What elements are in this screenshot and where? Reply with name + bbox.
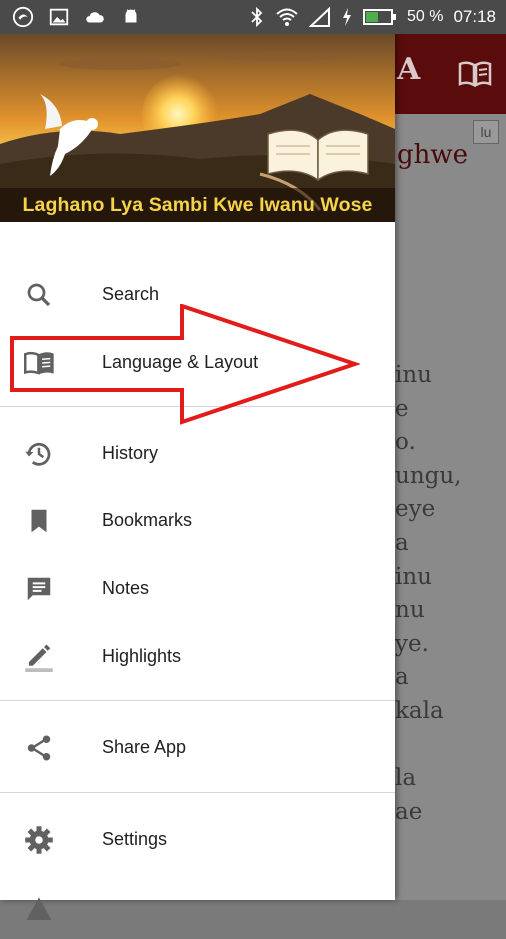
bookmark-icon [31,509,47,533]
menu-item-label: Highlights [102,646,182,666]
chapter-text-line: kala [395,697,444,724]
battery-percent: 50 % [406,8,444,25]
status-bar: 50 % 07:18 [0,0,506,34]
chapter-text-line: ungu, [395,462,462,489]
menu-item-label: Share App [102,737,187,757]
menu-item-history[interactable]: History [0,423,395,483]
menu-item-settings[interactable]: Settings [0,809,395,869]
chapter-text-line [395,729,461,763]
charging-icon [342,8,351,26]
highlight-pen-icon [25,644,53,672]
notes-icon [27,577,51,601]
chapter-text-line: la [395,765,417,792]
share-icon [27,735,51,761]
history-icon [25,442,51,466]
chapter-text-line: inu [395,362,432,388]
menu-item-label: Notes [102,578,150,598]
app-toolbar: A [395,34,506,114]
chapter-text-line: nu [395,597,425,624]
battery-icon [362,9,396,25]
navigation-drawer: Laghano Lya Sambi Kwe Iwanu Wose Search … [0,34,395,920]
divider [0,792,395,793]
book-open-icon [24,351,54,375]
menu-item-search[interactable]: Search [0,264,395,324]
menu-item-notes[interactable]: Notes [0,558,395,618]
divider [0,700,395,701]
search-icon [27,283,51,307]
chapter-text-line: ae [395,798,423,825]
chapter-text-line: a [395,664,409,691]
status-right-icons: 50 % 07:18 [249,0,496,34]
status-left-icons [12,6,142,28]
chapter-text-line: inu [395,563,432,590]
menu-item-label: Language & Layout [102,352,259,372]
settings-icon [25,826,53,854]
menu-item-bookmarks[interactable]: Bookmarks [0,490,395,550]
signal-icon [308,6,330,27]
header-title: Laghano Lya Sambi Kwe Iwanu Wose [0,188,395,222]
chapter-text: inu e o. ungu, eye a inu nu ye. a kala la ae [395,359,461,829]
bluetooth-icon [251,6,263,28]
android-icon [125,9,137,23]
menu-item-language-layout[interactable]: Language & Layout [0,332,395,392]
chapter-text-line: a [395,529,409,556]
cloud-icon [86,12,104,23]
menu-item-share-app[interactable]: Share App [0,717,395,777]
menu-item-label: Settings [102,829,168,849]
toolbar-title: A [397,52,421,87]
menu-item-label: Search [102,284,160,304]
divider [0,406,395,407]
image-icon [49,8,69,26]
drawer-header: Laghano Lya Sambi Kwe Iwanu Wose [0,34,395,222]
menu-item-highlights[interactable]: Highlights [0,626,395,686]
background-app: A lu ghwe inu e o. ungu, eye a inu nu ye. a kala l… [395,34,506,900]
menu-item-about[interactable] [0,879,395,939]
book-icon[interactable] [458,60,492,88]
chapter-text-line: eye [395,496,436,523]
clock: 07:18 [453,7,496,26]
language-badge[interactable]: lu [473,120,499,144]
app-logo-icon [12,6,34,28]
chapter-heading: ghwe [397,140,469,170]
menu-item-label: Bookmarks [102,510,193,530]
wifi-icon [276,8,298,26]
chapter-text-line: o. [395,429,416,456]
chapter-text-line: e [395,395,409,422]
chapter-text-line: ye. [395,630,429,657]
menu-item-label: History [102,443,159,463]
